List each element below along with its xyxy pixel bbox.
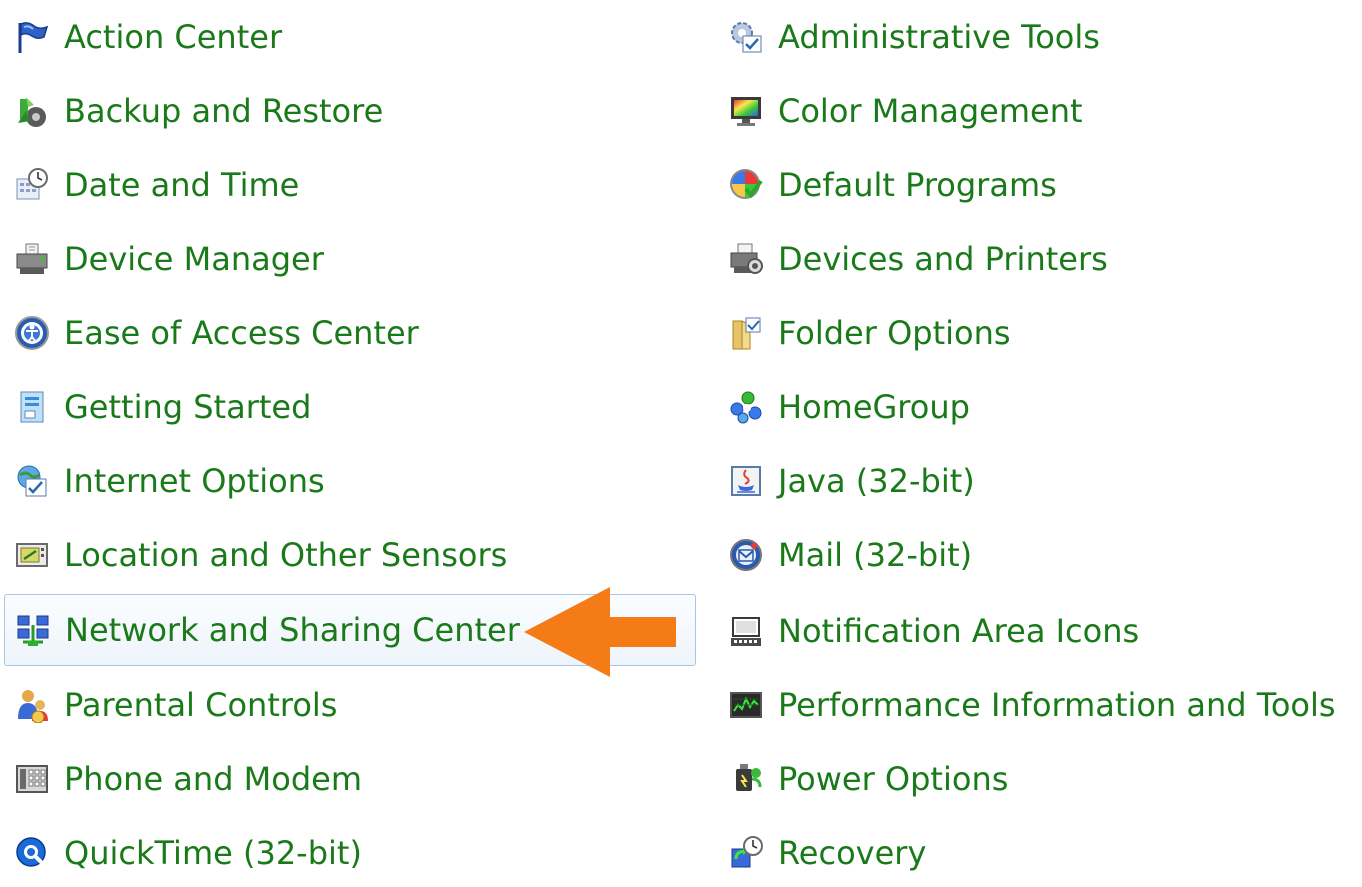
cp-item-label: Notification Area Icons: [778, 612, 1140, 650]
cp-item-label: Performance Information and Tools: [778, 686, 1336, 724]
cp-item-label: QuickTime (32-bit): [64, 834, 362, 872]
folder-options-icon: [728, 315, 764, 351]
cp-item-label: Devices and Printers: [778, 240, 1108, 278]
document-start-icon: [14, 389, 50, 425]
cp-item-label: Getting Started: [64, 388, 312, 426]
recovery-icon: [728, 835, 764, 871]
parental-icon: [14, 687, 50, 723]
cp-item-default-programs[interactable]: Default Programs: [718, 151, 1358, 219]
homegroup-icon: [728, 389, 764, 425]
cp-item-ease-of-access-center[interactable]: Ease of Access Center: [4, 299, 694, 367]
cp-item-label: Network and Sharing Center: [65, 611, 520, 649]
highlight-arrow-icon: [524, 587, 676, 677]
cp-item-label: Java (32-bit): [778, 462, 975, 500]
admin-tools-icon: [728, 19, 764, 55]
cp-item-power-options[interactable]: Power Options: [718, 745, 1358, 813]
cp-item-location-and-other-sensors[interactable]: Location and Other Sensors: [4, 521, 694, 589]
cp-item-label: Device Manager: [64, 240, 324, 278]
cp-item-label: Recovery: [778, 834, 927, 872]
cp-item-folder-options[interactable]: Folder Options: [718, 299, 1358, 367]
flag-icon: [14, 19, 50, 55]
cp-item-phone-and-modem[interactable]: Phone and Modem: [4, 745, 694, 813]
cp-item-label: Action Center: [64, 18, 283, 56]
cp-item-mail[interactable]: Mail (32-bit): [718, 521, 1358, 589]
network-icon: [15, 612, 51, 648]
cp-item-label: Power Options: [778, 760, 1009, 798]
phone-icon: [14, 761, 50, 797]
cp-item-internet-options[interactable]: Internet Options: [4, 447, 694, 515]
cp-item-label: HomeGroup: [778, 388, 970, 426]
cp-item-date-and-time[interactable]: Date and Time: [4, 151, 694, 219]
printer-device-icon: [14, 241, 50, 277]
calendar-clock-icon: [14, 167, 50, 203]
cp-item-performance-information-and-tools[interactable]: Performance Information and Tools: [718, 671, 1358, 739]
cp-item-label: Ease of Access Center: [64, 314, 419, 352]
cp-item-label: Administrative Tools: [778, 18, 1100, 56]
cp-item-label: Color Management: [778, 92, 1083, 130]
cp-item-label: Phone and Modem: [64, 760, 363, 798]
printer-icon: [728, 241, 764, 277]
cp-item-label: Default Programs: [778, 166, 1057, 204]
cp-item-backup-and-restore[interactable]: Backup and Restore: [4, 77, 694, 145]
quicktime-icon: [14, 835, 50, 871]
mail-icon: [728, 537, 764, 573]
cp-item-label: Date and Time: [64, 166, 300, 204]
cp-item-notification-area-icons[interactable]: Notification Area Icons: [718, 597, 1358, 665]
java-icon: [728, 463, 764, 499]
cp-item-label: Parental Controls: [64, 686, 338, 724]
cp-item-device-manager[interactable]: Device Manager: [4, 225, 694, 293]
cp-item-label: Mail (32-bit): [778, 536, 973, 574]
color-monitor-icon: [728, 93, 764, 129]
cp-item-recovery[interactable]: Recovery: [718, 819, 1358, 887]
cp-item-administrative-tools[interactable]: Administrative Tools: [718, 3, 1358, 71]
cp-item-action-center[interactable]: Action Center: [4, 3, 694, 71]
cp-item-parental-controls[interactable]: Parental Controls: [4, 671, 694, 739]
cp-item-getting-started[interactable]: Getting Started: [4, 373, 694, 441]
power-icon: [728, 761, 764, 797]
performance-icon: [728, 687, 764, 723]
globe-checklist-icon: [14, 463, 50, 499]
accessibility-icon: [14, 315, 50, 351]
backup-icon: [14, 93, 50, 129]
default-programs-icon: [728, 167, 764, 203]
cp-item-label: Location and Other Sensors: [64, 536, 508, 574]
cp-item-quicktime[interactable]: QuickTime (32-bit): [4, 819, 694, 887]
cp-item-homegroup[interactable]: HomeGroup: [718, 373, 1358, 441]
cp-item-label: Folder Options: [778, 314, 1011, 352]
cp-item-color-management[interactable]: Color Management: [718, 77, 1358, 145]
cp-item-java[interactable]: Java (32-bit): [718, 447, 1358, 515]
cp-item-label: Backup and Restore: [64, 92, 384, 130]
cp-item-devices-and-printers[interactable]: Devices and Printers: [718, 225, 1358, 293]
notification-icon: [728, 613, 764, 649]
sensor-icon: [14, 537, 50, 573]
cp-item-label: Internet Options: [64, 462, 325, 500]
